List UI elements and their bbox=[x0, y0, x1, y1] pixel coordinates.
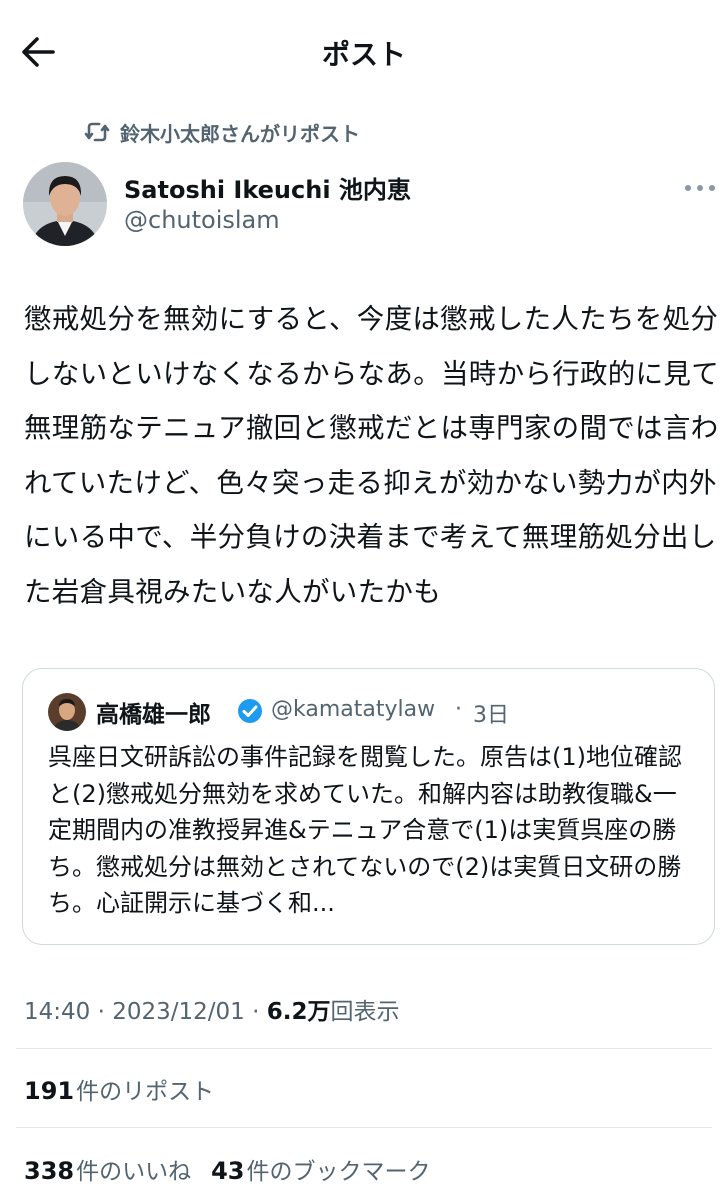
divider bbox=[16, 1048, 712, 1049]
quoted-author-handle: @kamatatylaw bbox=[271, 697, 436, 722]
reposts-count: 191 bbox=[24, 1077, 75, 1105]
reposts-label: 件のリポスト bbox=[76, 1079, 215, 1105]
verified-badge-icon bbox=[238, 699, 262, 723]
likes-label[interactable]: 件のいいね bbox=[76, 1152, 191, 1186]
repost-text: 鈴木小太郎さんがリポスト bbox=[120, 121, 360, 146]
more-options-button[interactable] bbox=[684, 180, 716, 194]
post-time[interactable]: 14:40 bbox=[24, 999, 90, 1025]
author-name[interactable]: Satoshi Ikeuchi 池内恵 bbox=[124, 170, 411, 205]
likes-count[interactable]: 338 bbox=[24, 1157, 74, 1185]
repost-indicator[interactable]: 鈴木小太郎さんがリポスト bbox=[84, 118, 360, 146]
post-meta: 14:40 · 2023/12/01 · 6.2万 回表示 bbox=[24, 992, 400, 1026]
quoted-author-avatar bbox=[48, 693, 86, 731]
views-count: 6.2万 bbox=[266, 999, 331, 1025]
top-bar: ポスト bbox=[0, 0, 728, 104]
engagement-stats: 338 件のいいね 43 件のブックマーク bbox=[24, 1152, 451, 1186]
page-title: ポスト bbox=[321, 38, 406, 71]
meta-separator: · bbox=[90, 999, 113, 1025]
meta-separator-2: · bbox=[244, 999, 267, 1025]
reposts-stat[interactable]: 191 件のリポスト bbox=[24, 1072, 234, 1106]
quoted-post-text: 呉座日文研訴訟の事件記録を閲覧した。原告は(1)地位確認と(2)懲戒処分無効を求… bbox=[48, 743, 682, 917]
views-label: 回表示 bbox=[330, 999, 400, 1025]
quoted-author-name: 高橋雄一郎 bbox=[96, 702, 211, 728]
verified-badge bbox=[236, 697, 264, 725]
author-handle[interactable]: @chutoislam bbox=[124, 206, 280, 234]
bookmarks-label[interactable]: 件のブックマーク bbox=[247, 1152, 431, 1186]
author-avatar[interactable] bbox=[23, 162, 107, 246]
quoted-post-date: 3日 bbox=[473, 703, 509, 728]
bookmarks-count[interactable]: 43 bbox=[211, 1157, 244, 1185]
post-date[interactable]: 2023/12/01 bbox=[112, 999, 245, 1025]
separator-dot: · bbox=[455, 697, 462, 722]
more-horizontal-icon bbox=[685, 185, 715, 191]
quoted-post[interactable]: 高橋雄一郎 @kamatatylaw · 3日 呉座日文研訴訟の事件記録を閲覧し… bbox=[22, 668, 715, 945]
divider bbox=[16, 1127, 712, 1128]
repost-icon bbox=[84, 122, 110, 142]
post-text: 懲戒処分を無効にすると、今度は懲戒した人たちを処分しないといけなくなるからなあ。… bbox=[24, 303, 719, 608]
